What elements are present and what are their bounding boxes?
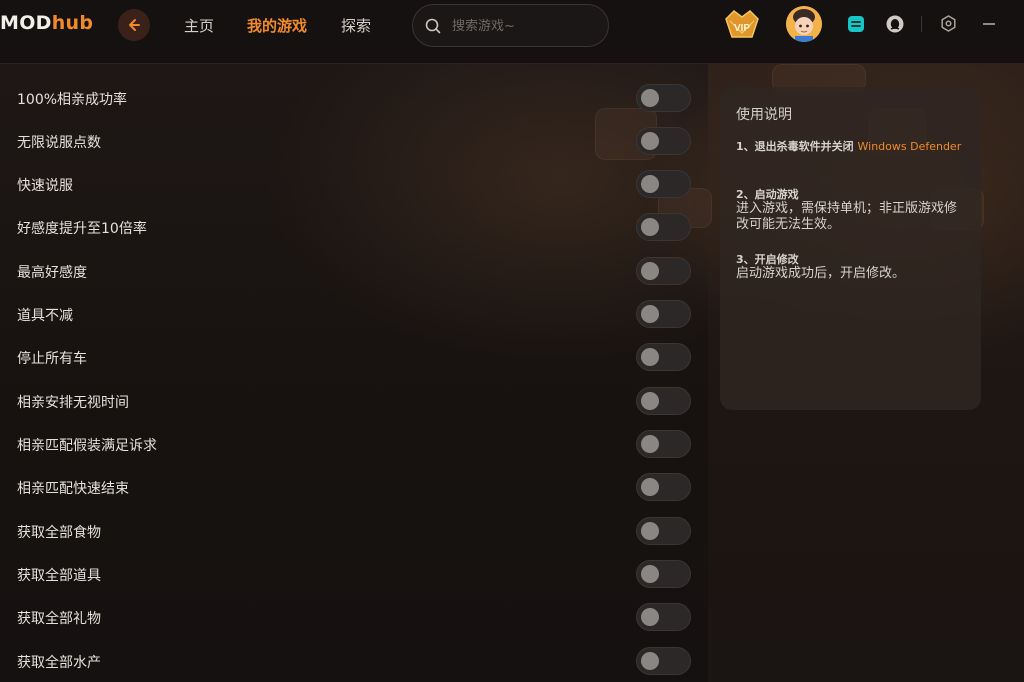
toggle-knob	[641, 132, 659, 150]
step-2-title: 2、启动游戏	[736, 188, 799, 201]
mod-toggle[interactable]	[636, 603, 691, 631]
toggle-knob	[641, 175, 659, 193]
mod-toggle[interactable]	[636, 213, 691, 241]
toggle-knob	[641, 608, 659, 626]
vip-crown-icon: VIP	[725, 10, 759, 38]
user-avatar[interactable]	[786, 6, 822, 42]
mod-row: 停止所有车	[0, 337, 708, 380]
step-1-title: 1、退出杀毒软件并关闭	[736, 140, 854, 153]
mod-row: 好感度提升至10倍率	[0, 207, 708, 250]
minimize-button[interactable]	[982, 16, 996, 35]
mod-toggle[interactable]	[636, 127, 691, 155]
toggle-knob	[641, 262, 659, 280]
toggle-knob	[641, 522, 659, 540]
logo-accent-text: hub	[51, 12, 94, 34]
instructions-panel: 使用说明 1、退出杀毒软件并关闭 Windows Defender 2、启动游戏…	[720, 87, 981, 410]
mod-toggle[interactable]	[636, 473, 691, 501]
mod-toggle[interactable]	[636, 170, 691, 198]
toggle-knob	[641, 305, 659, 323]
mod-row: 获取全部礼物	[0, 597, 708, 640]
mod-label: 道具不减	[17, 308, 73, 324]
arrow-left-icon	[129, 19, 140, 31]
settings-icon	[941, 15, 956, 32]
mod-row: 快速说服	[0, 164, 708, 207]
mod-toggle[interactable]	[636, 387, 691, 415]
mod-label: 相亲匹配假装满足诉求	[17, 438, 157, 454]
switch-icon	[848, 16, 864, 32]
minimize-icon	[983, 23, 995, 25]
mod-label: 获取全部食物	[17, 525, 101, 541]
mod-list: 100%相亲成功率 无限说服点数 快速说服 好感度提升至10倍率 最高好感度 道…	[0, 64, 708, 682]
back-button[interactable]	[118, 9, 150, 41]
mod-label: 相亲安排无视时间	[17, 395, 129, 411]
toggle-knob	[641, 392, 659, 410]
app-logo: MODhub	[0, 12, 93, 34]
toggle-knob	[641, 348, 659, 366]
mod-row: 获取全部水产	[0, 641, 708, 682]
nav-my-games[interactable]: 我的游戏	[247, 15, 307, 36]
mod-label: 获取全部水产	[17, 655, 101, 671]
qq-icon	[886, 15, 904, 33]
mod-label: 快速说服	[17, 178, 73, 194]
toggle-knob	[641, 89, 659, 107]
logo-text: MOD	[0, 12, 52, 34]
mod-row: 相亲安排无视时间	[0, 381, 708, 424]
mod-label: 相亲匹配快速结束	[17, 481, 129, 497]
search-icon	[425, 18, 441, 34]
instructions-title: 使用说明	[736, 107, 792, 123]
step-3-description: 启动游戏成功后，开启修改。	[736, 266, 906, 281]
mod-label: 100%相亲成功率	[17, 92, 128, 108]
vip-label: VIP	[734, 23, 750, 34]
mod-label: 好感度提升至10倍率	[17, 221, 147, 237]
search-input[interactable]	[452, 15, 602, 37]
mod-label: 停止所有车	[17, 351, 87, 367]
qq-button[interactable]	[886, 15, 904, 37]
toggle-knob	[641, 435, 659, 453]
mod-toggle[interactable]	[636, 647, 691, 675]
settings-button[interactable]	[940, 15, 957, 36]
mod-row: 无限说服点数	[0, 121, 708, 164]
toggle-knob	[641, 652, 659, 670]
mod-row: 相亲匹配假装满足诉求	[0, 424, 708, 467]
mod-toggle[interactable]	[636, 560, 691, 588]
step-2-description: 进入游戏，需保持单机；非正版游戏修改可能无法生效。	[736, 201, 958, 232]
step-1: 1、退出杀毒软件并关闭 Windows Defender	[736, 139, 968, 155]
mod-row: 道具不减	[0, 294, 708, 337]
mod-row: 获取全部道具	[0, 554, 708, 597]
vip-badge[interactable]: VIP	[722, 7, 762, 47]
toggle-knob	[641, 218, 659, 236]
toolbar-divider	[921, 16, 922, 32]
mod-row: 相亲匹配快速结束	[0, 467, 708, 510]
mod-toggle[interactable]	[636, 257, 691, 285]
mod-row: 最高好感度	[0, 251, 708, 294]
switch-button[interactable]	[847, 15, 865, 37]
mod-label: 最高好感度	[17, 265, 87, 281]
mod-toggle[interactable]	[636, 84, 691, 112]
mod-toggle[interactable]	[636, 343, 691, 371]
mod-toggle[interactable]	[636, 430, 691, 458]
nav-home[interactable]: 主页	[184, 15, 214, 36]
top-bar: MODhub 主页 我的游戏 探索 VIP	[0, 0, 1024, 64]
windows-defender-link: Windows Defender	[857, 140, 962, 153]
search-box[interactable]	[412, 4, 609, 47]
toggle-knob	[641, 478, 659, 496]
mod-row: 100%相亲成功率	[0, 78, 708, 121]
mod-toggle[interactable]	[636, 300, 691, 328]
avatar-image	[786, 6, 822, 42]
mod-label: 无限说服点数	[17, 135, 101, 151]
mod-row: 获取全部食物	[0, 511, 708, 554]
mod-label: 获取全部礼物	[17, 611, 101, 627]
mod-toggle[interactable]	[636, 517, 691, 545]
mod-label: 获取全部道具	[17, 568, 101, 584]
toggle-knob	[641, 565, 659, 583]
nav-explore[interactable]: 探索	[341, 15, 371, 36]
step-3-title: 3、开启修改	[736, 253, 799, 266]
